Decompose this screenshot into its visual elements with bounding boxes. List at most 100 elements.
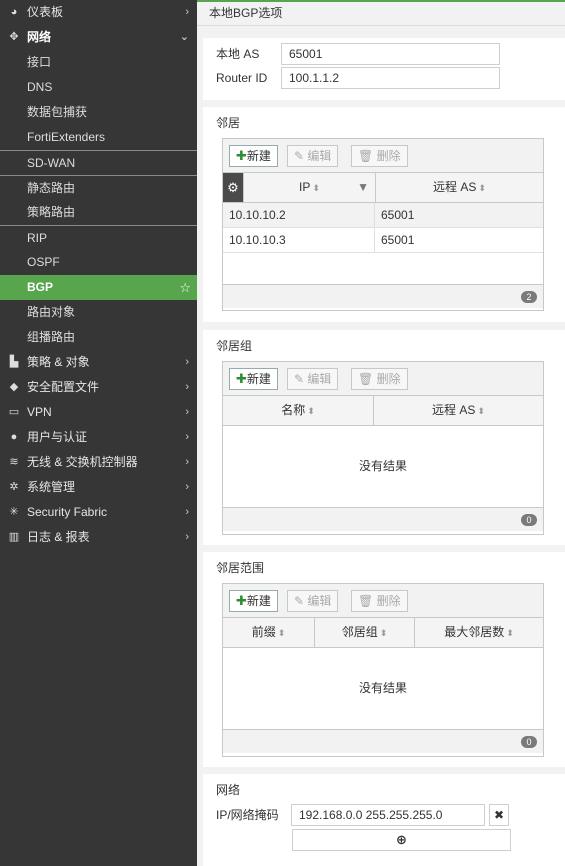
chevron-right-icon: › — [185, 456, 189, 468]
edit-label: 编辑 — [307, 149, 332, 163]
new-group-button[interactable]: ✚新建 — [229, 368, 278, 390]
nav-fabric[interactable]: ✳ Security Fabric › — [0, 500, 197, 525]
nav-dashboard[interactable]: ◕ 仪表板 › — [0, 0, 197, 25]
nav-system[interactable]: ✲ 系统管理 › — [0, 475, 197, 500]
neighbor-groups-toolbar: ✚新建 ✎ 编辑 🗑 删除 — [223, 362, 543, 396]
user-icon: ● — [10, 431, 18, 443]
count-badge: 2 — [521, 291, 537, 303]
col-group[interactable]: 邻居组 ⬍ — [314, 618, 414, 647]
plus-icon: ✚ — [236, 593, 247, 608]
chevron-right-icon: › — [185, 406, 189, 418]
neighbor-groups-title: 邻居组 — [216, 339, 253, 353]
table-row[interactable]: 10.10.10.3 65001 — [223, 228, 543, 253]
nav-vpn[interactable]: ▭ VPN › — [0, 400, 197, 425]
cell-remote-as: 65001 — [381, 208, 415, 222]
network-icon: ✥ — [9, 31, 19, 43]
nav-user[interactable]: ● 用户与认证 › — [0, 425, 197, 450]
nav-policy[interactable]: ▙ 策略 & 对象 › — [0, 350, 197, 375]
sort-icon: ⬍ — [506, 628, 514, 638]
sidebar-item-rip[interactable]: RIP — [0, 225, 197, 250]
sidebar-item-sdwan[interactable]: SD-WAN — [0, 150, 197, 175]
delete-group-button[interactable]: 🗑 删除 — [351, 368, 408, 390]
new-neighbor-button[interactable]: ✚新建 — [229, 145, 278, 167]
sidebar-item-fortiextenders[interactable]: FortiExtenders — [0, 125, 197, 150]
local-as-row: 本地 AS 65001 — [216, 43, 556, 65]
delete-label: 删除 — [376, 594, 401, 608]
trash-icon: 🗑 — [358, 372, 377, 386]
local-options-card: 本地 AS 65001 Router ID 100.1.1.2 — [203, 38, 565, 100]
network-input[interactable]: 192.168.0.0 255.255.255.0 — [291, 804, 485, 826]
sidebar-item-multicast[interactable]: 组播路由 — [0, 325, 197, 350]
nav-wifi[interactable]: ≋ 无线 & 交换机控制器 › — [0, 450, 197, 475]
neighbor-groups-footer: 0 — [223, 507, 543, 531]
sidebar-item-interfaces[interactable]: 接口 — [0, 50, 197, 75]
chevron-right-icon: › — [185, 431, 189, 443]
neighbor-groups-table: ✚新建 ✎ 编辑 🗑 删除 名称 ⬍ 远程 AS ⬍ 没有结果 0 — [222, 361, 544, 535]
add-network-button[interactable]: ⊕ — [292, 829, 511, 851]
sidebar-item-routing-objects[interactable]: 路由对象 — [0, 300, 197, 325]
count-badge: 0 — [521, 514, 537, 526]
sidebar-item-packet-capture[interactable]: 数据包捕获 — [0, 100, 197, 125]
nav-log-label: 日志 & 报表 — [27, 530, 90, 544]
neighbors-footer: 2 — [223, 284, 543, 308]
neighbor-ranges-header: 前缀 ⬍ 邻居组 ⬍ 最大邻居数 ⬍ — [223, 618, 543, 648]
new-label: 新建 — [246, 149, 271, 163]
edit-label: 编辑 — [307, 594, 332, 608]
edit-range-button[interactable]: ✎ 编辑 — [287, 590, 339, 612]
delete-neighbor-button[interactable]: 🗑 删除 — [351, 145, 408, 167]
nav-fabric-label: Security Fabric — [27, 505, 108, 519]
col-max-neighbors[interactable]: 最大邻居数 ⬍ — [414, 618, 543, 647]
empty-message: 没有结果 — [358, 681, 407, 695]
table-row[interactable]: 10.10.10.2 65001 — [223, 203, 543, 228]
col-ip[interactable]: IP ⬍ ▼ — [243, 173, 375, 202]
sort-icon: ⬍ — [307, 406, 315, 416]
monitor-icon: ▭ — [8, 406, 20, 418]
nav-network-label: 网络 — [27, 30, 52, 44]
sort-icon: ⬍ — [478, 183, 486, 193]
star-icon[interactable]: ☆ — [179, 275, 191, 300]
nav-system-label: 系统管理 — [27, 480, 76, 494]
count-badge: 0 — [521, 736, 537, 748]
chevron-right-icon: › — [185, 531, 189, 543]
neighbors-card: 邻居 ✚新建 ✎ 编辑 🗑 删除 ⚙ IP ⬍ ▼ 远程 AS ⬍ 10.10.10… — [203, 107, 565, 322]
edit-neighbor-button[interactable]: ✎ 编辑 — [287, 145, 339, 167]
column-settings-gear-icon[interactable]: ⚙ — [223, 173, 243, 202]
sidebar-item-dns[interactable]: DNS — [0, 75, 197, 100]
networks-card: 网络 IP/网络掩码 192.168.0.0 255.255.255.0 ✖ ⊕ — [203, 774, 565, 866]
gear-icon: ✲ — [9, 481, 19, 493]
nav-user-label: 用户与认证 — [27, 430, 88, 444]
sidebar-item-ospf[interactable]: OSPF — [0, 250, 197, 275]
col-remote-as[interactable]: 远程 AS ⬍ — [375, 173, 543, 202]
neighbor-groups-card: 邻居组 ✚新建 ✎ 编辑 🗑 删除 名称 ⬍ 远程 AS ⬍ 没有结果 0 — [203, 330, 565, 545]
edit-label: 编辑 — [307, 372, 332, 386]
chevron-right-icon: › — [185, 506, 189, 518]
edit-group-button[interactable]: ✎ 编辑 — [287, 368, 339, 390]
chevron-right-icon: › — [185, 6, 189, 18]
page-title: 本地BGP选项 — [197, 2, 565, 26]
neighbor-rows: 10.10.10.2 65001 10.10.10.3 65001 — [223, 203, 543, 253]
col-remote-as[interactable]: 远程 AS ⬍ — [373, 396, 543, 425]
nav-log[interactable]: ▥ 日志 & 报表 › — [0, 525, 197, 550]
new-range-button[interactable]: ✚新建 — [229, 590, 278, 612]
trash-icon: 🗑 — [358, 149, 377, 163]
router-id-label: Router ID — [216, 71, 268, 85]
nav-security-label: 安全配置文件 — [27, 380, 100, 394]
col-prefix[interactable]: 前缀 ⬍ — [223, 618, 314, 647]
delete-label: 删除 — [376, 372, 401, 386]
empty-message: 没有结果 — [358, 459, 407, 473]
neighbor-groups-header: 名称 ⬍ 远程 AS ⬍ — [223, 396, 543, 426]
router-id-input[interactable]: 100.1.1.2 — [281, 67, 500, 89]
remove-network-icon[interactable]: ✖ — [489, 804, 509, 826]
nav-security[interactable]: ◆ 安全配置文件 › — [0, 375, 197, 400]
sidebar-item-bgp-label: BGP — [27, 280, 54, 294]
delete-range-button[interactable]: 🗑 删除 — [351, 590, 408, 612]
sidebar-item-static-routes[interactable]: 静态路由 — [0, 175, 197, 200]
filter-icon[interactable]: ▼ — [357, 173, 369, 202]
col-name[interactable]: 名称 ⬍ — [223, 396, 373, 425]
sidebar-item-policy-routes[interactable]: 策略路由 — [0, 200, 197, 225]
local-as-input[interactable]: 65001 — [281, 43, 500, 65]
router-id-row: Router ID 100.1.1.2 — [216, 67, 556, 89]
sidebar: ◕ 仪表板 › ✥ 网络 ⌄ 接口 DNS 数据包捕获 FortiExtende… — [0, 0, 197, 866]
sidebar-item-bgp[interactable]: BGP ☆ — [0, 275, 197, 300]
nav-network[interactable]: ✥ 网络 ⌄ — [0, 25, 197, 50]
